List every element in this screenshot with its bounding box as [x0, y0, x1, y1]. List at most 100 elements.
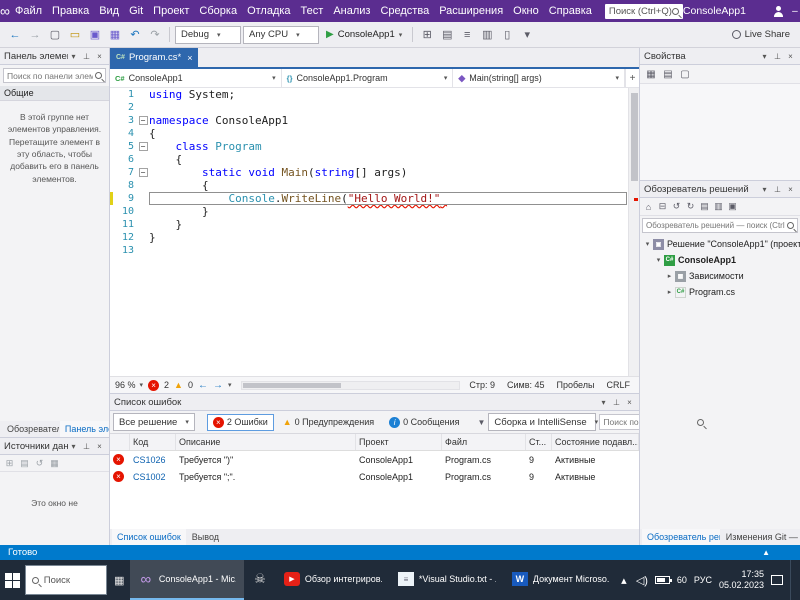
tab-output[interactable]: Вывод — [187, 529, 224, 545]
code-line[interactable]: 4{ — [110, 127, 639, 140]
editor-horizontal-scrollbar[interactable] — [241, 381, 461, 390]
collapse-icon[interactable]: − — [139, 168, 148, 177]
pin-icon[interactable]: ⊥ — [772, 50, 783, 62]
chevron-down-icon[interactable]: ▾ — [68, 440, 79, 452]
column-header[interactable] — [110, 434, 130, 450]
expand-icon[interactable]: ▸ — [665, 272, 674, 280]
live-share-button[interactable]: Live Share — [732, 29, 794, 40]
language-indicator[interactable]: РУС — [694, 575, 712, 585]
code-line[interactable]: 13 — [110, 244, 639, 257]
comment-icon[interactable]: ▥ — [478, 26, 496, 44]
save-icon[interactable]: ▣ — [86, 26, 104, 44]
scope-dropdown[interactable]: Все решение — [113, 413, 195, 431]
code-line[interactable]: 2 — [110, 101, 639, 114]
code-line[interactable]: 12} — [110, 231, 639, 244]
undo-icon[interactable]: ↶ — [126, 26, 144, 44]
start-button[interactable] — [0, 560, 25, 600]
code-line[interactable]: 8 { — [110, 179, 639, 192]
property-pages-icon[interactable]: ▢ — [678, 67, 692, 81]
close-tab-icon[interactable]: × — [187, 53, 192, 63]
column-header[interactable]: Код — [130, 434, 176, 450]
toolbox-header[interactable]: Панель элементов ▾⊥× — [0, 48, 109, 65]
code-line[interactable]: 9 Console.WriteLine("Hello World!" — [110, 192, 639, 205]
code-line[interactable]: 7− static void Main(string[] args) — [110, 166, 639, 179]
data-sources-header[interactable]: Источники данных ▾⊥× — [0, 438, 109, 455]
source-filter-dropdown[interactable]: Сборка и IntelliSense — [488, 413, 596, 431]
volume-icon[interactable]: ◁) — [636, 571, 648, 589]
forward-icon[interactable]: → — [26, 26, 44, 44]
open-folder-icon[interactable]: ▭ — [66, 26, 84, 44]
menu-item[interactable]: Git — [124, 0, 148, 22]
add-datasource-icon[interactable]: ⊞ — [3, 457, 16, 470]
eol-indicator[interactable]: CRLF — [606, 380, 630, 390]
menu-item[interactable]: Проект — [148, 0, 194, 22]
edit-datasource-icon[interactable]: ▤ — [18, 457, 31, 470]
platform-dropdown[interactable]: Any CPU — [243, 26, 319, 44]
notification-center-icon[interactable] — [771, 575, 783, 585]
tab-program-cs[interactable]: C# Program.cs* × — [110, 48, 198, 67]
taskbar-app-button[interactable]: WДокумент Microso... — [504, 560, 618, 600]
menu-item[interactable]: Справка — [544, 0, 597, 22]
tree-item[interactable]: ▸▦Зависимости — [640, 268, 800, 284]
scrollbar-thumb[interactable] — [243, 383, 341, 388]
save-all-icon[interactable]: ▦ — [106, 26, 124, 44]
tree-item[interactable]: ▸C#Program.cs — [640, 284, 800, 300]
back-icon[interactable]: ← — [6, 26, 24, 44]
errors-filter-button[interactable]: × 2 Ошибки — [207, 414, 274, 431]
menu-item[interactable]: Вид — [94, 0, 124, 22]
minimize-button[interactable]: – — [782, 0, 800, 22]
menu-item[interactable]: Анализ — [328, 0, 375, 22]
code-line[interactable]: 10 } — [110, 205, 639, 218]
taskbar-search-input[interactable]: Поиск — [25, 565, 107, 595]
attach-process-icon[interactable]: ⊞ — [418, 26, 436, 44]
close-icon[interactable]: × — [94, 440, 105, 452]
expand-icon[interactable]: ▾ — [643, 240, 652, 248]
outline-icon[interactable]: ▤ — [438, 26, 456, 44]
menu-item[interactable]: Тест — [296, 0, 329, 22]
chevron-down-icon[interactable]: ▾ — [68, 50, 79, 62]
close-icon[interactable]: × — [94, 50, 105, 62]
feedback-icon[interactable]: ▲ — [762, 548, 770, 557]
indent-icon[interactable]: ≡ — [458, 26, 476, 44]
tab-error-list[interactable]: Список ошибок — [112, 529, 186, 545]
chevron-down-icon[interactable]: ▾ — [598, 396, 609, 408]
taskbar-app-button[interactable]: ≡*Visual Studio.txt - ... — [390, 560, 504, 600]
solution-search-input[interactable]: Обозреватель решений — поиск (Ctrl+» — [642, 218, 798, 233]
close-icon[interactable]: × — [624, 396, 635, 408]
tab-solution-explorer[interactable]: Обозреватель реше... — [642, 529, 720, 545]
code-editor[interactable]: 1using System;23−namespace ConsoleApp14{… — [110, 88, 639, 376]
menu-item[interactable]: Расширения — [434, 0, 508, 22]
navigate-back-icon[interactable]: ← — [198, 380, 208, 391]
tree-item[interactable]: ▾C#ConsoleApp1 — [640, 252, 800, 268]
error-list-header[interactable]: Список ошибок ▾⊥× — [110, 394, 639, 411]
pin-icon[interactable]: ⊥ — [611, 396, 622, 408]
zoom-dropdown[interactable]: 96 % — [115, 380, 143, 390]
scrollbar-thumb[interactable] — [631, 93, 638, 181]
close-icon[interactable]: × — [785, 50, 796, 62]
taskbar-app-button[interactable]: ∞ConsoleApp1 - Mic... — [130, 560, 244, 600]
tab-server-explorer[interactable]: Обозреватель... — [2, 421, 59, 437]
filter-icon[interactable]: ▼ — [477, 418, 485, 427]
taskbar-app-button[interactable]: ☠ — [244, 560, 276, 600]
more-commands-icon[interactable]: ▾ — [518, 26, 536, 44]
chevron-up-icon[interactable]: ▴ — [618, 571, 630, 589]
bookmark-icon[interactable]: ▯ — [498, 26, 516, 44]
properties-icon[interactable]: ▣ — [726, 200, 739, 213]
tab-git-changes[interactable]: Изменения Git — По... — [721, 529, 800, 545]
column-header[interactable]: Описание — [176, 434, 356, 450]
tab-toolbox[interactable]: Панель эле... — [60, 421, 109, 437]
pin-icon[interactable]: ⊥ — [772, 183, 783, 195]
code-line[interactable]: 1using System; — [110, 88, 639, 101]
code-line[interactable]: 6 { — [110, 153, 639, 166]
show-all-files-icon[interactable]: ▥ — [712, 200, 725, 213]
split-window-icon[interactable]: + — [625, 69, 639, 87]
show-desktop-button[interactable] — [790, 560, 794, 600]
pin-icon[interactable]: ⊥ — [81, 50, 92, 62]
toolbox-search-input[interactable]: Поиск по панели элемен — [3, 68, 106, 83]
menu-item[interactable]: Правка — [47, 0, 94, 22]
type-dropdown[interactable]: {} ConsoleApp1.Program — [282, 69, 454, 87]
close-icon[interactable]: × — [785, 183, 796, 195]
column-header[interactable]: Состояние подавл... — [552, 434, 639, 450]
spaces-indicator[interactable]: Пробелы — [557, 380, 595, 390]
warnings-filter-button[interactable]: ▲ 0 Предупреждения — [277, 414, 380, 430]
